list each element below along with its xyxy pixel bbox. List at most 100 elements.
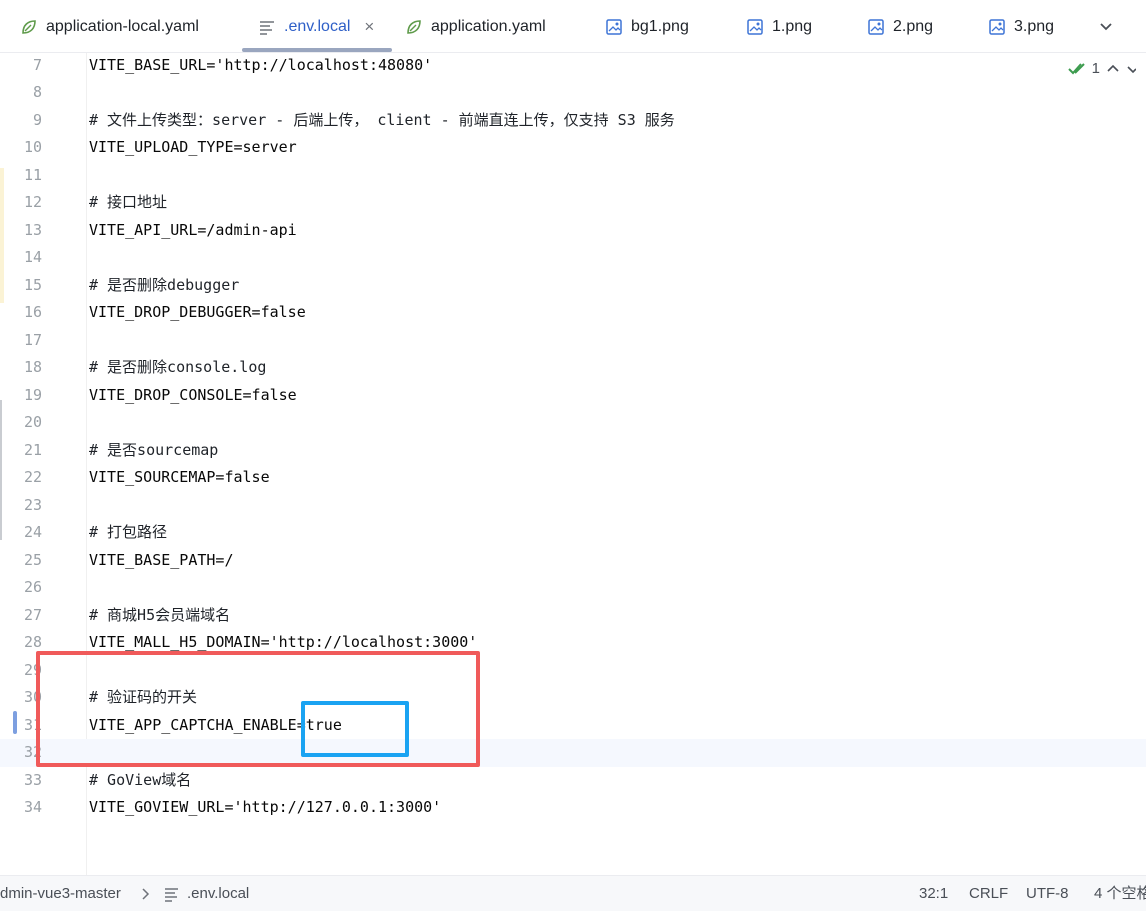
code-text[interactable]: VITE_DROP_CONSOLE=false: [89, 382, 297, 410]
text-file-icon: [165, 888, 178, 902]
line-number: 26: [23, 578, 42, 596]
line-number: 25: [23, 550, 42, 569]
code-line[interactable]: 22 VITE_SOURCEMAP=false: [0, 464, 1146, 492]
code-text[interactable]: # 文件上传类型：server - 后端上传， client - 前端直连上传，…: [89, 107, 675, 135]
caret-position[interactable]: 32:1: [919, 876, 948, 912]
inspection-count: 1: [1091, 60, 1100, 77]
tab-1-png[interactable]: 1.png: [746, 0, 812, 53]
tab-application-local-yaml[interactable]: application-local.yaml: [20, 0, 199, 53]
code-line[interactable]: 9 # 文件上传类型：server - 后端上传， client - 前端直连上传…: [0, 107, 1146, 135]
code-line[interactable]: 13 VITE_API_URL=/admin-api: [0, 217, 1146, 245]
code-line[interactable]: 8: [0, 79, 1146, 107]
check-double-icon: [1067, 62, 1085, 74]
tab-label: 3.png: [1014, 17, 1055, 35]
line-number: 8: [32, 83, 42, 101]
code-line[interactable]: 23: [0, 492, 1146, 520]
tab-label: 2.png: [893, 17, 934, 35]
code-line[interactable]: 25 VITE_BASE_PATH=/: [0, 547, 1146, 575]
tab-env-local[interactable]: .env.local ×: [258, 0, 374, 53]
code-line[interactable]: 34 VITE_GOVIEW_URL='http://127.0.0.1:3000…: [0, 794, 1146, 822]
code-text[interactable]: # 接口地址: [89, 189, 167, 217]
code-line[interactable]: 21 # 是否sourcemap: [0, 437, 1146, 465]
line-number: 14: [23, 248, 42, 266]
spring-leaf-icon: [407, 19, 421, 34]
chevron-down-icon[interactable]: [1126, 62, 1136, 76]
image-file-icon: [868, 18, 884, 35]
line-number: 15: [23, 275, 42, 294]
tab-label: bg1.png: [631, 17, 689, 35]
breadcrumb-file[interactable]: .env.local: [187, 876, 249, 912]
code-line[interactable]: 26: [0, 574, 1146, 602]
code-text[interactable]: VITE_GOVIEW_URL='http://127.0.0.1:3000': [89, 794, 441, 822]
line-number: 19: [23, 385, 42, 404]
inspection-widget[interactable]: 1: [1067, 60, 1136, 77]
code-line[interactable]: 18 # 是否删除console.log: [0, 354, 1146, 382]
code-text[interactable]: VITE_UPLOAD_TYPE=server: [89, 134, 297, 162]
code-line[interactable]: 33 # GoView域名: [0, 767, 1146, 795]
code-text[interactable]: # 是否sourcemap: [89, 437, 218, 465]
image-file-icon: [989, 18, 1005, 35]
line-number: 12: [23, 193, 42, 211]
status-bar: dmin-vue3-master .env.local 32:1 CRLF UT…: [0, 875, 1146, 911]
code-text[interactable]: # 商城H5会员端域名: [89, 602, 230, 630]
tab-label: application.yaml: [431, 17, 546, 35]
line-number: 18: [23, 358, 42, 376]
code-line[interactable]: 10 VITE_UPLOAD_TYPE=server: [0, 134, 1146, 162]
line-number: 34: [23, 798, 42, 816]
file-encoding[interactable]: UTF-8: [1026, 876, 1069, 912]
line-number: 10: [23, 138, 42, 156]
blue-highlight-box: [301, 701, 409, 757]
tab-2-png[interactable]: 2.png: [867, 0, 933, 53]
line-number: 33: [23, 770, 42, 789]
spring-leaf-icon: [22, 19, 36, 34]
line-number: 17: [23, 330, 42, 349]
breadcrumb-project[interactable]: dmin-vue3-master: [0, 876, 121, 912]
close-icon[interactable]: ×: [364, 17, 374, 37]
line-number: 21: [23, 440, 42, 459]
code-text[interactable]: VITE_DROP_DEBUGGER=false: [89, 299, 306, 327]
line-number: 11: [23, 165, 42, 184]
indent-setting[interactable]: 4 个空格: [1094, 876, 1146, 912]
tab-application-yaml[interactable]: application.yaml: [405, 0, 546, 53]
code-line[interactable]: 19 VITE_DROP_CONSOLE=false: [0, 382, 1146, 410]
code-text[interactable]: VITE_BASE_URL='http://localhost:48080': [89, 52, 432, 80]
tab-3-png[interactable]: 3.png: [988, 0, 1054, 53]
code-text[interactable]: # 是否删除debugger: [89, 272, 239, 300]
code-text[interactable]: # GoView域名: [89, 767, 191, 795]
code-line[interactable]: 17: [0, 327, 1146, 355]
editor-tab-bar: application-local.yaml .env.local × appl…: [0, 0, 1146, 53]
tab-label: application-local.yaml: [46, 17, 199, 35]
code-text[interactable]: VITE_SOURCEMAP=false: [89, 464, 270, 492]
tab-label: 1.png: [772, 17, 813, 35]
line-number: 20: [23, 413, 42, 431]
line-number: 7: [32, 55, 42, 74]
code-line[interactable]: 20: [0, 409, 1146, 437]
code-line[interactable]: 27 # 商城H5会员端域名: [0, 602, 1146, 630]
chevron-up-icon[interactable]: [1106, 62, 1120, 76]
red-highlight-box: [36, 651, 480, 767]
code-line[interactable]: 15 # 是否删除debugger: [0, 272, 1146, 300]
image-file-icon: [747, 18, 763, 35]
code-text[interactable]: VITE_BASE_PATH=/: [89, 547, 234, 575]
line-number: 9: [32, 110, 42, 129]
line-number: 23: [23, 495, 42, 514]
code-line[interactable]: 12 # 接口地址: [0, 189, 1146, 217]
line-number: 27: [23, 605, 42, 624]
code-text[interactable]: VITE_API_URL=/admin-api: [89, 217, 297, 245]
code-line[interactable]: 16 VITE_DROP_DEBUGGER=false: [0, 299, 1146, 327]
code-text[interactable]: # 是否删除console.log: [89, 354, 266, 382]
code-line[interactable]: 11: [0, 162, 1146, 190]
line-number: 24: [23, 523, 42, 541]
chevron-down-icon[interactable]: [1096, 16, 1116, 36]
tab-label: .env.local: [284, 17, 351, 35]
chevron-right-icon: [142, 888, 150, 900]
code-line[interactable]: 24 # 打包路径: [0, 519, 1146, 547]
line-number: 16: [23, 303, 42, 321]
text-file-icon: [260, 20, 274, 35]
code-line[interactable]: 14: [0, 244, 1146, 272]
line-number: 22: [23, 468, 42, 486]
tab-bg1-png[interactable]: bg1.png: [605, 0, 689, 53]
code-line[interactable]: 7 VITE_BASE_URL='http://localhost:48080': [0, 52, 1146, 80]
code-text[interactable]: # 打包路径: [89, 519, 167, 547]
line-separator[interactable]: CRLF: [969, 876, 1008, 912]
